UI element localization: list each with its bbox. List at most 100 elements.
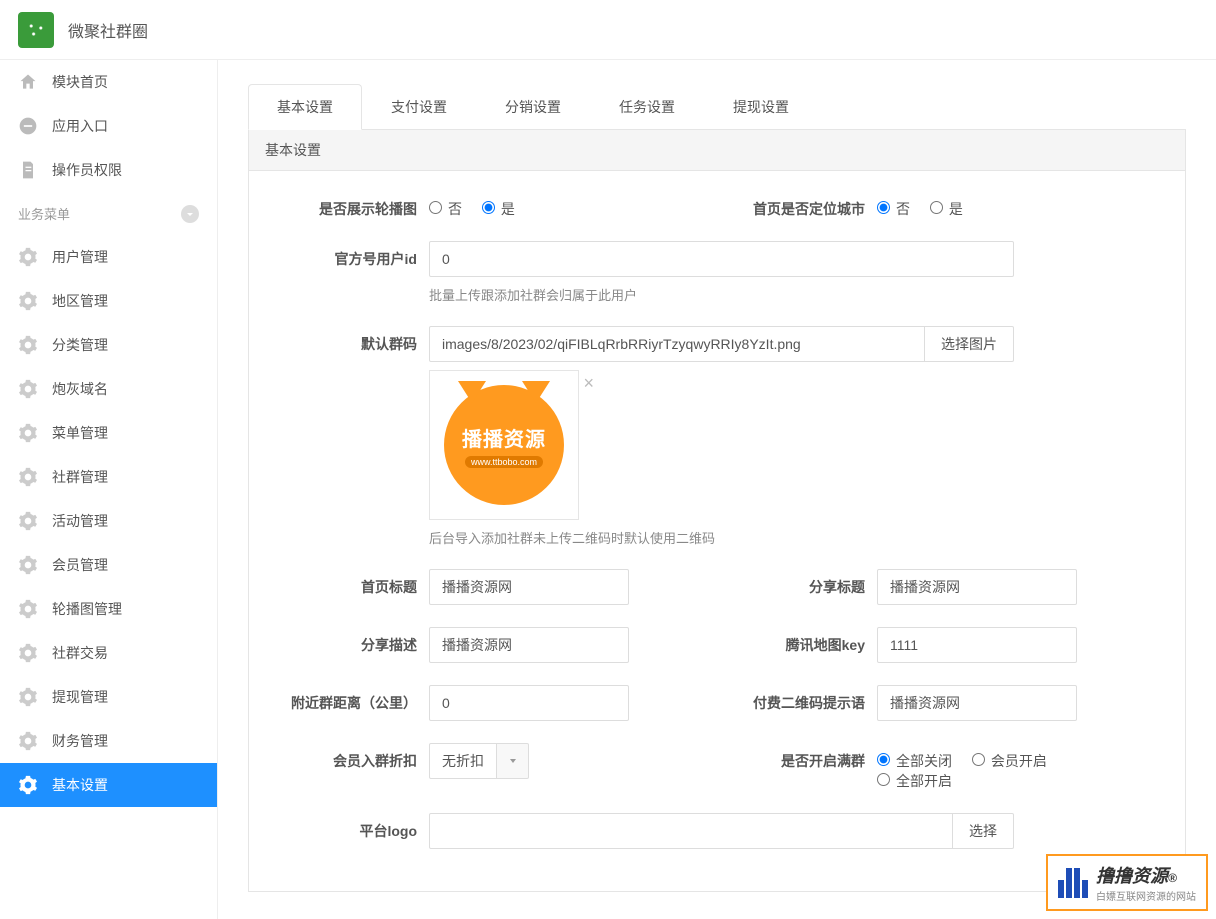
tab-支付设置[interactable]: 支付设置 [362,84,476,130]
tab-分销设置[interactable]: 分销设置 [476,84,590,130]
sidebar-item-label: 操作员权限 [52,160,122,180]
label-official-uid: 官方号用户id [269,241,429,269]
label-home-title: 首页标题 [269,569,429,597]
tabs: 基本设置支付设置分销设置任务设置提现设置 [248,84,1186,130]
app-logo [18,12,54,48]
home-icon [18,72,38,92]
sidebar: 模块首页 应用入口 操作员权限 业务菜单 用户管理地区管理分类管理炮灰域名菜单管… [0,60,218,919]
sidebar-user-mgmt[interactable]: 用户管理 [0,235,217,279]
sidebar-withdraw-mgmt[interactable]: 提现管理 [0,675,217,719]
sidebar-basic-settings[interactable]: 基本设置 [0,763,217,807]
label-platform-logo: 平台logo [269,813,429,841]
sidebar-item-label: 活动管理 [52,511,108,531]
chevron-down-icon [181,205,199,223]
gear-icon [18,775,38,795]
label-nearby-distance: 附近群距离（公里） [269,685,429,713]
gear-icon [18,291,38,311]
qr-preview-img: 播播资源 www.ttbobo.com [444,385,564,505]
sidebar-community-trade[interactable]: 社群交易 [0,631,217,675]
sidebar-carousel-mgmt[interactable]: 轮播图管理 [0,587,217,631]
radio-carousel-yes[interactable]: 是 [482,201,515,217]
label-member-discount: 会员入群折扣 [269,743,429,771]
radio-fg-all[interactable]: 全部开启 [877,773,952,789]
gear-icon [18,643,38,663]
select-display: 无折扣 [429,743,497,779]
gear-icon [18,379,38,399]
input-map-key[interactable] [877,627,1077,663]
sidebar-item-label: 提现管理 [52,687,108,707]
input-official-uid[interactable] [429,241,1014,277]
qr-preview: 播播资源 www.ttbobo.com × [429,370,579,520]
sidebar-operator-perms[interactable]: 操作员权限 [0,148,217,192]
sidebar-item-label: 基本设置 [52,775,108,795]
label-full-group: 是否开启满群 [717,743,877,771]
input-share-desc[interactable] [429,627,629,663]
sidebar-app-entry[interactable]: 应用入口 [0,104,217,148]
watermark: 撸撸资源® 白嫖互联网资源的网站 [1046,854,1208,911]
radio-full-group: 全部关闭 会员开启 全部开启 [877,743,1077,791]
gear-icon [18,247,38,267]
radio-fg-member[interactable]: 会员开启 [972,753,1047,769]
label-locate-city: 首页是否定位城市 [717,191,877,219]
btn-select-image[interactable]: 选择图片 [925,326,1014,362]
tab-基本设置[interactable]: 基本设置 [248,84,362,130]
settings-panel: 基本设置 是否展示轮播图 否 是 首页是否定位城市 否 是 [248,130,1186,892]
tab-提现设置[interactable]: 提现设置 [704,84,818,130]
sidebar-item-label: 社群管理 [52,467,108,487]
app-title: 微聚社群圈 [68,18,148,42]
input-platform-logo[interactable] [429,813,953,849]
sidebar-activity-mgmt[interactable]: 活动管理 [0,499,217,543]
sidebar-item-label: 模块首页 [52,72,108,92]
sidebar-module-home[interactable]: 模块首页 [0,60,217,104]
tab-任务设置[interactable]: 任务设置 [590,84,704,130]
sidebar-item-label: 会员管理 [52,555,108,575]
sidebar-finance-mgmt[interactable]: 财务管理 [0,719,217,763]
radio-city-yes[interactable]: 是 [930,201,963,217]
sidebar-item-label: 社群交易 [52,643,108,663]
sidebar-member-mgmt[interactable]: 会员管理 [0,543,217,587]
document-icon [18,160,38,180]
btn-select-logo[interactable]: 选择 [953,813,1014,849]
sidebar-category-mgmt[interactable]: 分类管理 [0,323,217,367]
sidebar-community-mgmt[interactable]: 社群管理 [0,455,217,499]
sidebar-item-label: 轮播图管理 [52,599,122,619]
input-share-title[interactable] [877,569,1077,605]
sidebar-item-label: 炮灰域名 [52,379,108,399]
input-default-qr[interactable] [429,326,925,362]
sidebar-item-label: 分类管理 [52,335,108,355]
sidebar-section-label: 业务菜单 [18,204,70,223]
gear-icon [18,467,38,487]
label-default-qr: 默认群码 [269,326,429,354]
caret-down-icon [497,743,529,779]
input-paid-qr-tip[interactable] [877,685,1077,721]
radio-fg-close[interactable]: 全部关闭 [877,753,952,769]
gear-icon [18,511,38,531]
input-nearby-distance[interactable] [429,685,629,721]
main-content: 基本设置支付设置分销设置任务设置提现设置 基本设置 是否展示轮播图 否 是 首页… [218,60,1216,919]
sidebar-menu-mgmt[interactable]: 菜单管理 [0,411,217,455]
close-icon[interactable]: × [583,373,594,394]
radio-carousel-no[interactable]: 否 [429,201,462,217]
gear-icon [18,555,38,575]
sidebar-item-label: 菜单管理 [52,423,108,443]
gear-icon [18,335,38,355]
label-share-title: 分享标题 [717,569,877,597]
sidebar-item-label: 用户管理 [52,247,108,267]
sidebar-cannon-domain[interactable]: 炮灰域名 [0,367,217,411]
sidebar-item-label: 财务管理 [52,731,108,751]
sidebar-section-header[interactable]: 业务菜单 [0,192,217,235]
label-share-desc: 分享描述 [269,627,429,655]
chat-icon [18,116,38,136]
sidebar-region-mgmt[interactable]: 地区管理 [0,279,217,323]
input-home-title[interactable] [429,569,629,605]
header: 微聚社群圈 [0,0,1216,60]
sidebar-item-label: 应用入口 [52,116,108,136]
gear-icon [18,423,38,443]
radio-show-carousel: 否 是 [429,191,531,219]
gear-icon [18,687,38,707]
gear-icon [18,731,38,751]
label-map-key: 腾讯地图key [717,627,877,655]
select-member-discount[interactable]: 无折扣 [429,743,529,779]
radio-city-no[interactable]: 否 [877,201,910,217]
radio-locate-city: 否 是 [877,191,979,219]
